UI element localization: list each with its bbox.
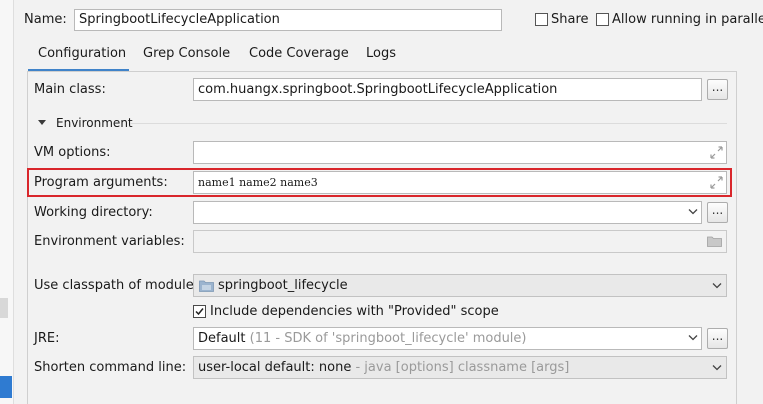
left-panel-edge <box>0 0 14 404</box>
shorten-command-line-hint: - java [options] classname [args] <box>355 360 570 375</box>
jre-browse-button[interactable]: ... <box>707 328 728 349</box>
module-folder-icon <box>199 280 214 292</box>
jre-label: JRE: <box>34 331 60 346</box>
tab-configuration[interactable]: Configuration <box>38 46 126 66</box>
classpath-module-select[interactable]: springboot_lifecycle <box>193 274 727 297</box>
classpath-module-value: springboot_lifecycle <box>218 278 348 293</box>
vm-options-input[interactable] <box>193 141 727 164</box>
program-arguments-input[interactable]: name1 name2 name3 <box>193 171 727 194</box>
main-class-browse-button[interactable]: ... <box>707 79 728 100</box>
left-panel-scroll-thumb[interactable] <box>0 298 8 318</box>
checkmark-icon <box>195 308 204 316</box>
name-input[interactable]: SpringbootLifecycleApplication <box>74 9 502 31</box>
chevron-down-icon <box>712 365 722 371</box>
working-directory-label: Working directory: <box>34 205 153 220</box>
left-panel-selection[interactable] <box>0 376 12 398</box>
chevron-down-icon[interactable] <box>37 119 47 127</box>
jre-value: Default <box>198 331 246 346</box>
shorten-command-line-select[interactable]: user-local default: none - java [options… <box>193 356 727 379</box>
tab-code-coverage[interactable]: Code Coverage <box>249 46 349 66</box>
name-label: Name: <box>24 12 67 27</box>
shorten-command-line-label: Shorten command line: <box>34 360 187 375</box>
expand-icon[interactable] <box>710 176 723 189</box>
include-dependencies-label: Include dependencies with "Provided" sco… <box>210 304 499 319</box>
share-label: Share <box>551 12 589 27</box>
jre-select[interactable]: Default (11 - SDK of 'springboot_lifecyc… <box>193 327 702 350</box>
working-directory-browse-button[interactable]: ... <box>707 202 728 223</box>
allow-parallel-label: Allow running in parallel <box>612 12 763 27</box>
shorten-command-line-value: user-local default: none <box>198 360 352 375</box>
chevron-down-icon[interactable] <box>688 208 698 216</box>
allow-parallel-checkbox[interactable] <box>596 13 609 26</box>
environment-section-label[interactable]: Environment <box>56 115 133 131</box>
working-directory-input[interactable] <box>193 201 702 224</box>
expand-icon[interactable] <box>710 146 723 159</box>
chevron-down-icon[interactable] <box>688 334 698 342</box>
share-checkbox[interactable] <box>535 13 548 26</box>
folder-icon[interactable] <box>707 236 722 247</box>
environment-divider <box>130 123 727 124</box>
environment-variables-label: Environment variables: <box>34 234 185 249</box>
program-arguments-label: Program arguments: <box>34 175 168 190</box>
chevron-down-icon <box>712 283 722 289</box>
main-class-label: Main class: <box>34 82 106 97</box>
environment-variables-input[interactable] <box>193 230 727 253</box>
include-dependencies-checkbox[interactable] <box>193 305 206 318</box>
vm-options-label: VM options: <box>34 145 111 160</box>
main-class-input[interactable]: com.huangx.springboot.SpringbootLifecycl… <box>193 78 702 101</box>
tab-grep-console[interactable]: Grep Console <box>143 46 230 66</box>
tab-logs[interactable]: Logs <box>366 46 396 66</box>
jre-hint: (11 - SDK of 'springboot_lifecycle' modu… <box>249 331 527 346</box>
classpath-module-label: Use classpath of module: <box>34 278 199 293</box>
